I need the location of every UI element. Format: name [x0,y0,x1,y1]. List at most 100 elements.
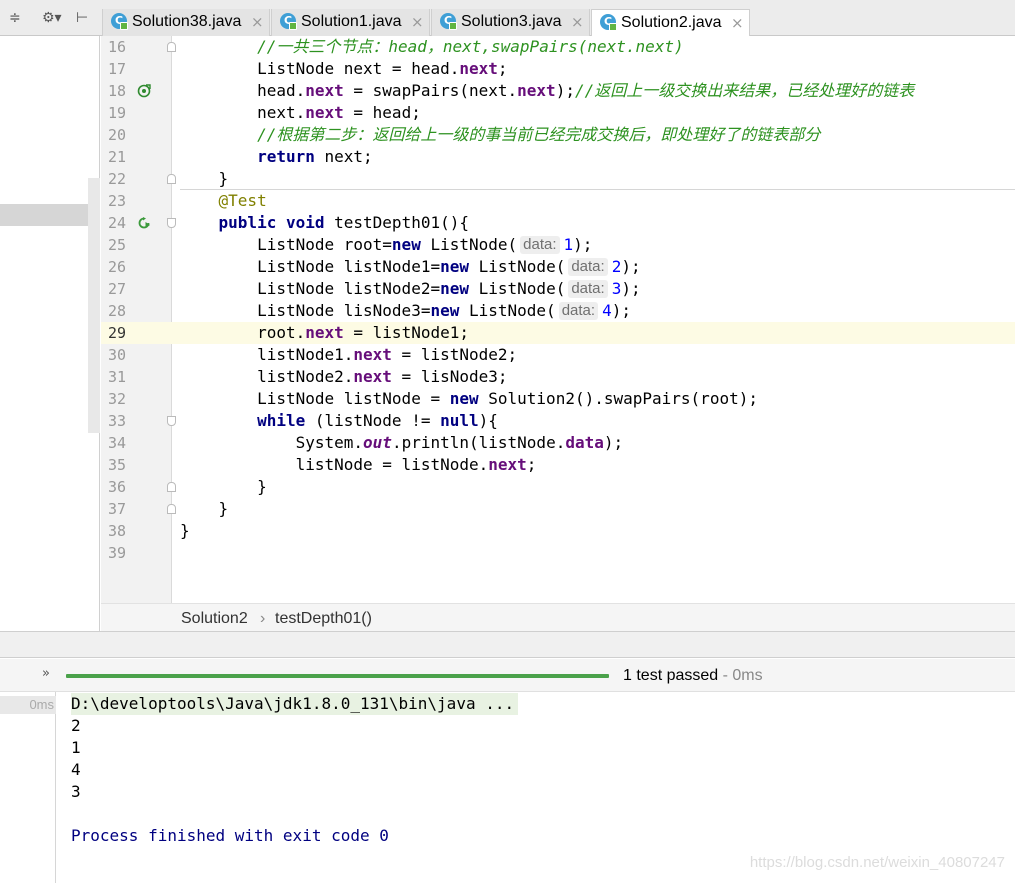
override-method-icon[interactable] [137,84,151,98]
code-line[interactable]: 21 return next; [101,146,1015,168]
line-number[interactable]: 24 [101,212,126,234]
code-text[interactable]: } [180,520,190,542]
hide-panel-icon[interactable]: ⊢ [76,11,88,25]
code-token: = swapPairs(next. [343,81,518,100]
code-line[interactable]: 25 ListNode root=new ListNode(data: 1); [101,234,1015,256]
code-line[interactable]: 24 public void testDepth01(){ [101,212,1015,234]
code-text[interactable]: ListNode listNode2=new ListNode(data: 3); [180,278,641,300]
run-test-icon[interactable] [137,216,151,230]
code-text[interactable]: ListNode listNode1=new ListNode(data: 2); [180,256,641,278]
fold-marker-icon[interactable] [167,174,176,184]
code-text[interactable]: ListNode next = head.next; [180,58,507,80]
line-number[interactable]: 21 [101,146,126,168]
code-text[interactable]: } [180,498,229,520]
close-icon[interactable]: × [571,13,584,31]
code-line[interactable]: 31 listNode2.next = lisNode3; [101,366,1015,388]
line-number[interactable]: 36 [101,476,126,498]
code-editor[interactable]: 16 //一共三个节点：head，next,swapPairs(next.nex… [101,36,1015,603]
left-scrollbar[interactable] [88,178,100,433]
line-number[interactable]: 34 [101,432,126,454]
code-line[interactable]: 38} [101,520,1015,542]
line-number[interactable]: 20 [101,124,126,146]
line-number[interactable]: 38 [101,520,126,542]
tab-solution2[interactable]: C Solution2.java × [591,9,750,37]
code-line[interactable]: 17 ListNode next = head.next; [101,58,1015,80]
code-text[interactable]: ListNode root=new ListNode(data: 1); [180,234,592,256]
code-text[interactable]: listNode = listNode.next; [180,454,537,476]
code-text[interactable]: System.out.println(listNode.data); [180,432,624,454]
code-line[interactable]: 39 [101,542,1015,564]
code-line[interactable]: 23 @Test [101,190,1015,212]
code-text[interactable]: listNode2.next = lisNode3; [180,366,507,388]
code-line[interactable]: 29 root.next = listNode1; [101,322,1015,344]
code-line[interactable]: 27 ListNode listNode2=new ListNode(data:… [101,278,1015,300]
code-line[interactable]: 32 ListNode listNode = new Solution2().s… [101,388,1015,410]
breadcrumb-method[interactable]: testDepth01() [275,610,372,628]
close-icon[interactable]: × [251,13,264,31]
line-number[interactable]: 37 [101,498,126,520]
code-text[interactable]: return next; [180,146,373,168]
code-token: ListNode next = head. [180,59,460,78]
tab-solution3[interactable]: C Solution3.java × [431,9,590,36]
fold-marker-icon[interactable] [167,504,176,514]
line-number[interactable]: 17 [101,58,126,80]
line-number[interactable]: 16 [101,36,126,58]
code-line[interactable]: 36 } [101,476,1015,498]
line-number[interactable]: 19 [101,102,126,124]
code-line[interactable]: 19 next.next = head; [101,102,1015,124]
code-line[interactable]: 18 head.next = swapPairs(next.next);//返回… [101,80,1015,102]
line-number[interactable]: 39 [101,542,126,564]
line-number[interactable]: 29 [101,322,126,344]
code-text[interactable]: } [180,168,229,190]
tab-solution38[interactable]: C Solution38.java × [102,9,270,36]
fold-marker-icon[interactable] [167,482,176,492]
collapse-all-icon[interactable]: ≑ [9,11,21,25]
code-text[interactable]: root.next = listNode1; [180,322,469,344]
code-text[interactable]: head.next = swapPairs(next.next);//返回上一级… [180,80,914,102]
line-number[interactable]: 33 [101,410,126,432]
code-text[interactable]: ListNode listNode = new Solution2().swap… [180,388,758,410]
breadcrumb-class[interactable]: Solution2 [181,610,248,628]
line-number[interactable]: 27 [101,278,126,300]
line-number[interactable]: 30 [101,344,126,366]
code-line[interactable]: 33 while (listNode != null){ [101,410,1015,432]
line-number[interactable]: 23 [101,190,126,212]
code-line[interactable]: 37 } [101,498,1015,520]
panel-divider[interactable] [0,631,1015,658]
code-line[interactable]: 30 listNode1.next = listNode2; [101,344,1015,366]
code-line[interactable]: 35 listNode = listNode.next; [101,454,1015,476]
code-line[interactable]: 22 } [101,168,1015,190]
code-text[interactable]: } [180,476,267,498]
code-text[interactable]: while (listNode != null){ [180,410,498,432]
code-line[interactable]: 28 ListNode lisNode3=new ListNode(data: 4… [101,300,1015,322]
code-line[interactable]: 16 //一共三个节点：head，next,swapPairs(next.nex… [101,36,1015,58]
code-text[interactable]: //一共三个节点：head，next,swapPairs(next.next) [180,36,684,58]
gear-icon[interactable]: ⚙▾ [42,11,62,25]
line-number[interactable]: 25 [101,234,126,256]
code-text[interactable]: public void testDepth01(){ [180,212,469,234]
line-number[interactable]: 31 [101,366,126,388]
fold-marker-icon[interactable] [167,42,176,52]
fold-marker-icon[interactable] [167,416,176,426]
close-icon[interactable]: × [731,14,744,32]
code-line[interactable]: 34 System.out.println(listNode.data); [101,432,1015,454]
code-text[interactable]: //根据第二步：返回给上一级的事当前已经完成交换后，即处理好了的链表部分 [180,124,820,146]
code-line[interactable]: 26 ListNode listNode1=new ListNode(data:… [101,256,1015,278]
code-token: return [257,147,315,166]
expand-chevron-icon[interactable]: » [42,666,50,682]
close-icon[interactable]: × [411,13,424,31]
code-text[interactable]: listNode1.next = listNode2; [180,344,517,366]
tab-solution1[interactable]: C Solution1.java × [271,9,430,36]
code-text[interactable]: ListNode lisNode3=new ListNode(data: 4); [180,300,631,322]
line-number[interactable]: 28 [101,300,126,322]
code-text[interactable]: @Test [180,190,267,212]
fold-marker-icon[interactable] [167,218,176,228]
line-number[interactable]: 32 [101,388,126,410]
line-number[interactable]: 22 [101,168,126,190]
code-line[interactable]: 20 //根据第二步：返回给上一级的事当前已经完成交换后，即处理好了的链表部分 [101,124,1015,146]
line-number[interactable]: 35 [101,454,126,476]
line-number[interactable]: 26 [101,256,126,278]
test-duration[interactable]: 0ms [0,696,56,714]
code-text[interactable]: next.next = head; [180,102,421,124]
line-number[interactable]: 18 [101,80,126,102]
